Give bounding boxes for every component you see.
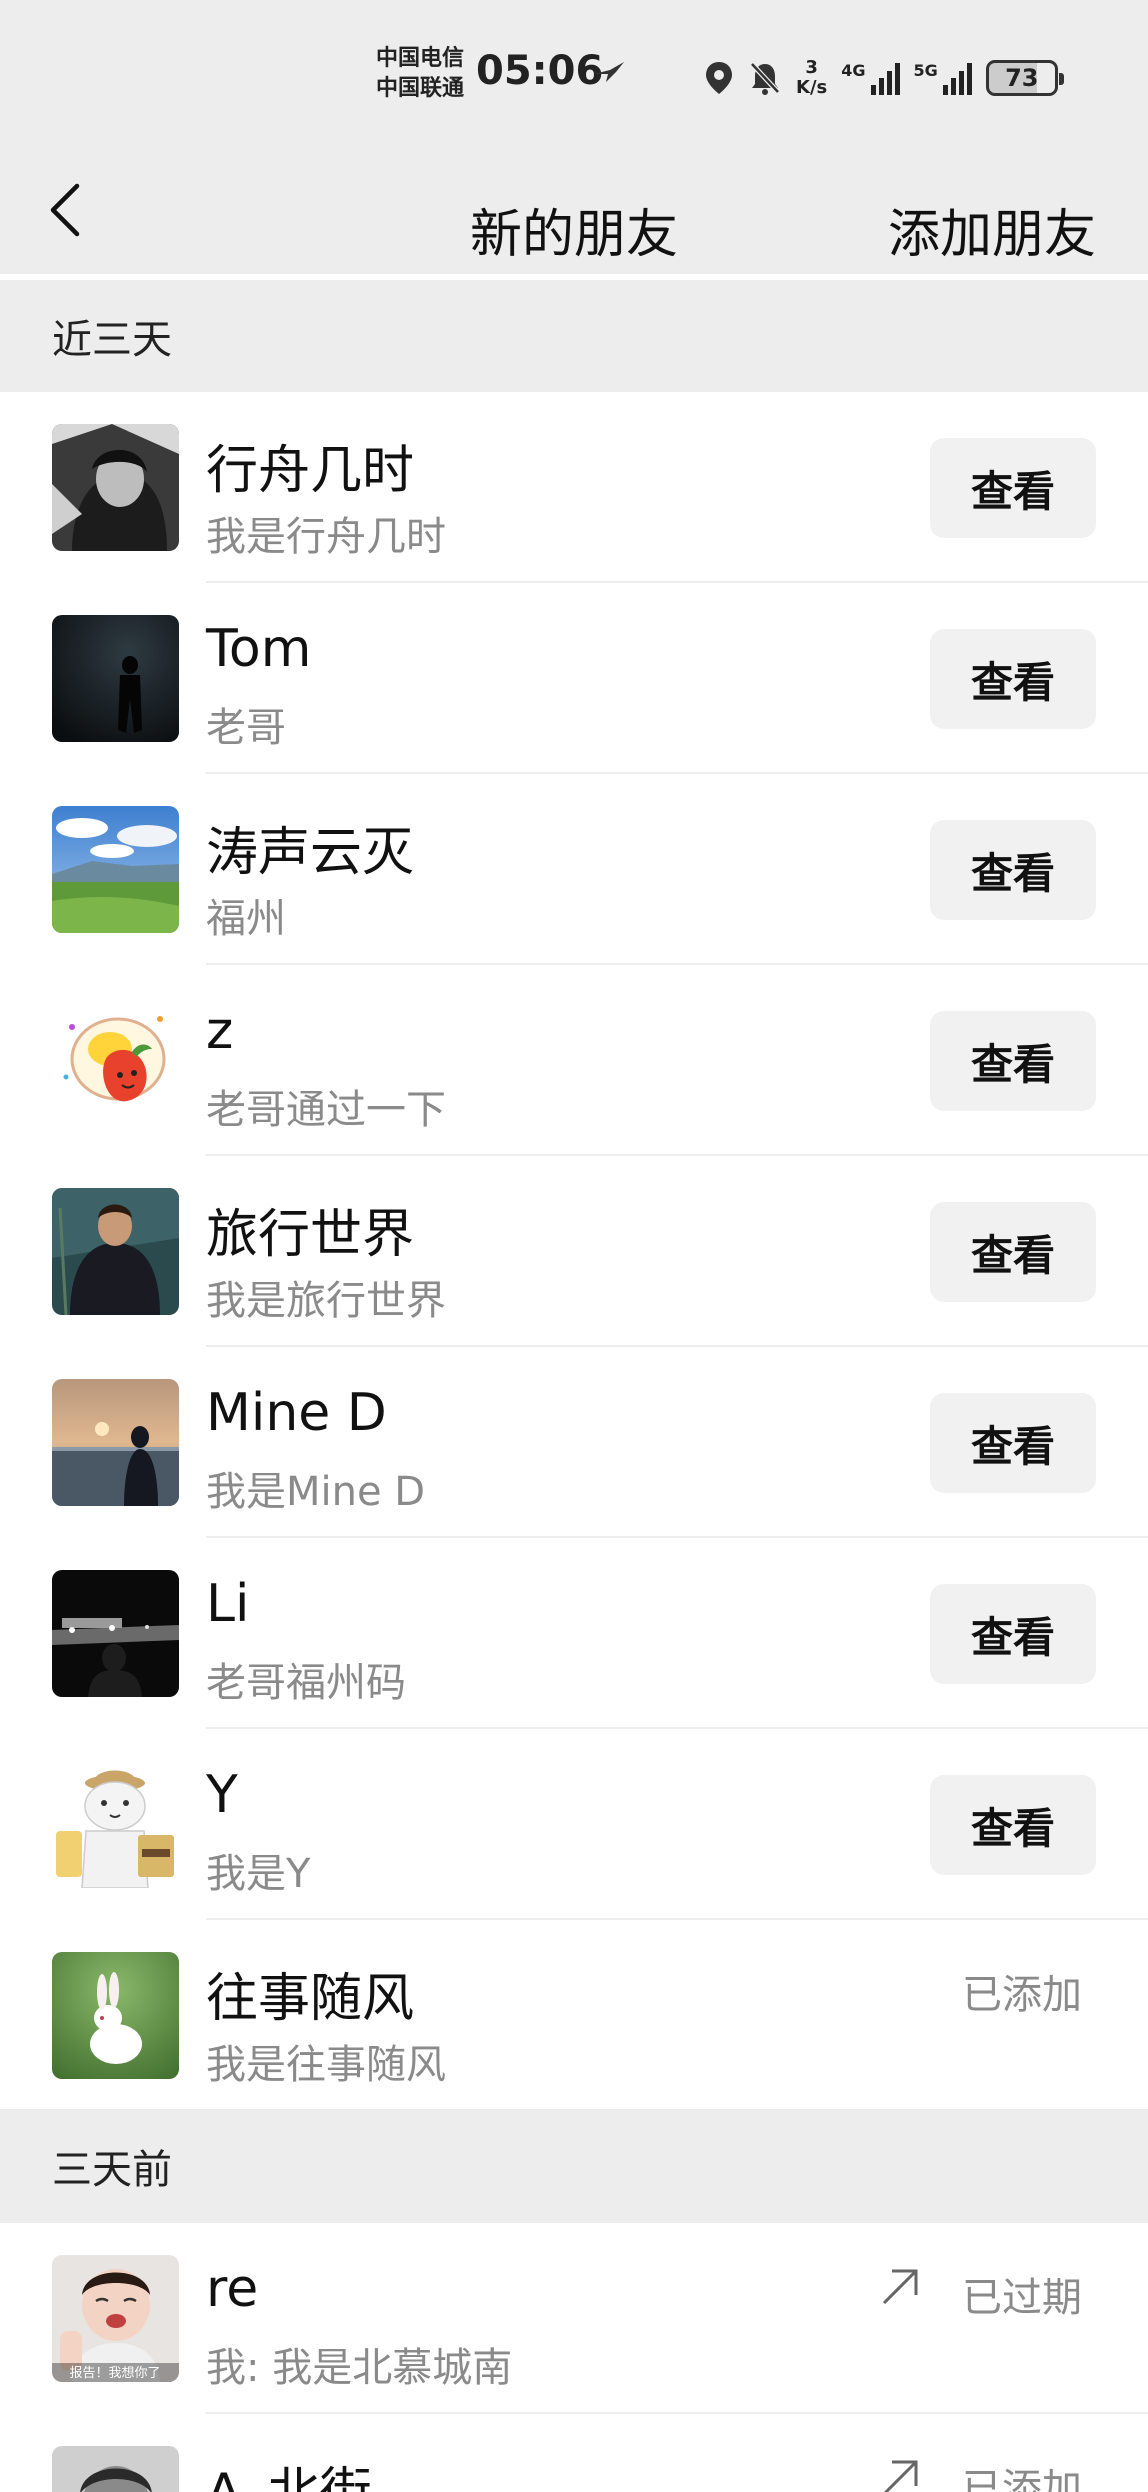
signal-4g: 4G xyxy=(841,61,900,95)
friend-name: re xyxy=(206,2259,259,2319)
signal-bars-icon xyxy=(870,61,900,95)
avatar: 报告！我想你了 xyxy=(52,2255,179,2382)
avatar-caption: 报告！我想你了 xyxy=(69,2365,160,2381)
clock: 05:06 xyxy=(476,48,604,94)
friend-name: Tom xyxy=(206,619,312,679)
carrier-1: 中国电信 xyxy=(376,46,465,71)
signal-4g-label: 4G xyxy=(841,61,866,80)
friend-message: 老哥 xyxy=(206,705,286,751)
signal-5g: 5G xyxy=(914,61,972,95)
view-button[interactable]: 查看 xyxy=(930,629,1096,729)
add-friend-button[interactable]: 添加朋友 xyxy=(888,192,1096,267)
nav-bar: 新的朋友 添加朋友 xyxy=(0,140,1148,280)
signal-5g-label: 5G xyxy=(913,61,938,80)
friend-request-item[interactable]: 涛声云灭 福州 查看 xyxy=(0,774,1148,965)
section-header-recent: 近三天 xyxy=(0,280,1148,392)
friend-message: 我是往事随风 xyxy=(206,2042,446,2088)
view-button[interactable]: 查看 xyxy=(930,1393,1096,1493)
friend-name: 行舟几时 xyxy=(206,441,415,501)
view-button[interactable]: 查看 xyxy=(930,1584,1096,1684)
battery-icon: 73 xyxy=(985,60,1064,96)
carrier-2: 中国联通 xyxy=(376,76,465,101)
arrow-up-right-icon xyxy=(883,2460,918,2492)
avatar xyxy=(52,997,179,1124)
friend-request-item[interactable]: 旅行世界 我是旅行世界 查看 xyxy=(0,1156,1148,1347)
status-bar: 中国电信 中国联通 05:06 3 K/s 4G 5G 73 xyxy=(0,0,1148,140)
battery-level: 73 xyxy=(1005,64,1039,92)
friend-request-item[interactable]: Y 我是Y 查看 xyxy=(0,1729,1148,1920)
status-added: 已添加 xyxy=(962,2466,1082,2492)
friend-name: 旅行世界 xyxy=(206,1205,415,1265)
status-icons: 3 K/s 4G 5G 73 xyxy=(704,50,1064,106)
view-button[interactable]: 查看 xyxy=(930,438,1096,538)
avatar xyxy=(52,1952,179,2079)
friend-name: 涛声云灭 xyxy=(206,823,415,883)
friend-name: Mine D xyxy=(206,1383,387,1443)
section-header-earlier: 三天前 xyxy=(0,2109,1148,2223)
avatar xyxy=(52,1570,179,1697)
avatar xyxy=(52,806,179,933)
status-expired: 已过期 xyxy=(962,2275,1082,2321)
friend-request-item[interactable]: Li 老哥福州码 查看 xyxy=(0,1538,1148,1729)
friend-message: 我是Y xyxy=(206,1851,311,1897)
friend-name: A_北街 xyxy=(206,2450,372,2492)
friend-message: 福州 xyxy=(206,896,286,942)
net-speed: 3 K/s xyxy=(796,58,827,98)
friend-request-item[interactable]: 报告！我想你了 re 我: 我是北慕城南 已过期 xyxy=(0,2223,1148,2414)
friend-message: 我: 我是北慕城南 xyxy=(206,2345,513,2391)
avatar xyxy=(52,2446,179,2492)
friend-message: 老哥通过一下 xyxy=(206,1087,446,1133)
status-added: 已添加 xyxy=(962,1972,1082,2018)
view-button[interactable]: 查看 xyxy=(930,820,1096,920)
view-button[interactable]: 查看 xyxy=(930,1011,1096,1111)
friend-message: 老哥福州码 xyxy=(206,1660,406,1706)
friend-request-item[interactable]: Mine D 我是Mine D 查看 xyxy=(0,1347,1148,1538)
carrier-info: 中国电信 中国联通 xyxy=(376,44,476,104)
friend-request-item[interactable]: 往事随风 我是往事随风 已添加 xyxy=(0,1920,1148,2109)
avatar xyxy=(52,1188,179,1315)
friend-request-item[interactable]: 行舟几时 我是行舟几时 查看 xyxy=(0,392,1148,583)
net-speed-unit: K/s xyxy=(796,77,828,98)
friend-request-item[interactable]: Tom 老哥 查看 xyxy=(0,583,1148,774)
friend-name: z xyxy=(206,1001,234,1061)
view-button[interactable]: 查看 xyxy=(930,1202,1096,1302)
avatar xyxy=(52,1761,179,1888)
signal-bars-icon xyxy=(942,61,972,95)
friend-message: 我是旅行世界 xyxy=(206,1278,446,1324)
bell-off-icon xyxy=(750,62,780,95)
friend-message: 我是行舟几时 xyxy=(206,514,446,560)
friend-request-item[interactable]: A_北街 已添加 xyxy=(0,2414,1148,2492)
avatar xyxy=(52,615,179,742)
friend-message: 我是Mine D xyxy=(206,1469,426,1515)
location-icon xyxy=(706,62,732,94)
avatar xyxy=(52,1379,179,1506)
avatar xyxy=(52,424,179,551)
net-speed-value: 3 xyxy=(805,57,818,78)
friend-request-item[interactable]: z 老哥通过一下 查看 xyxy=(0,965,1148,1156)
view-button[interactable]: 查看 xyxy=(930,1775,1096,1875)
arrow-up-right-icon xyxy=(882,2269,918,2305)
friend-name: Li xyxy=(206,1574,250,1634)
friend-name: 往事随风 xyxy=(206,1969,415,2029)
bird-icon xyxy=(594,62,624,82)
friend-name: Y xyxy=(206,1765,238,1825)
